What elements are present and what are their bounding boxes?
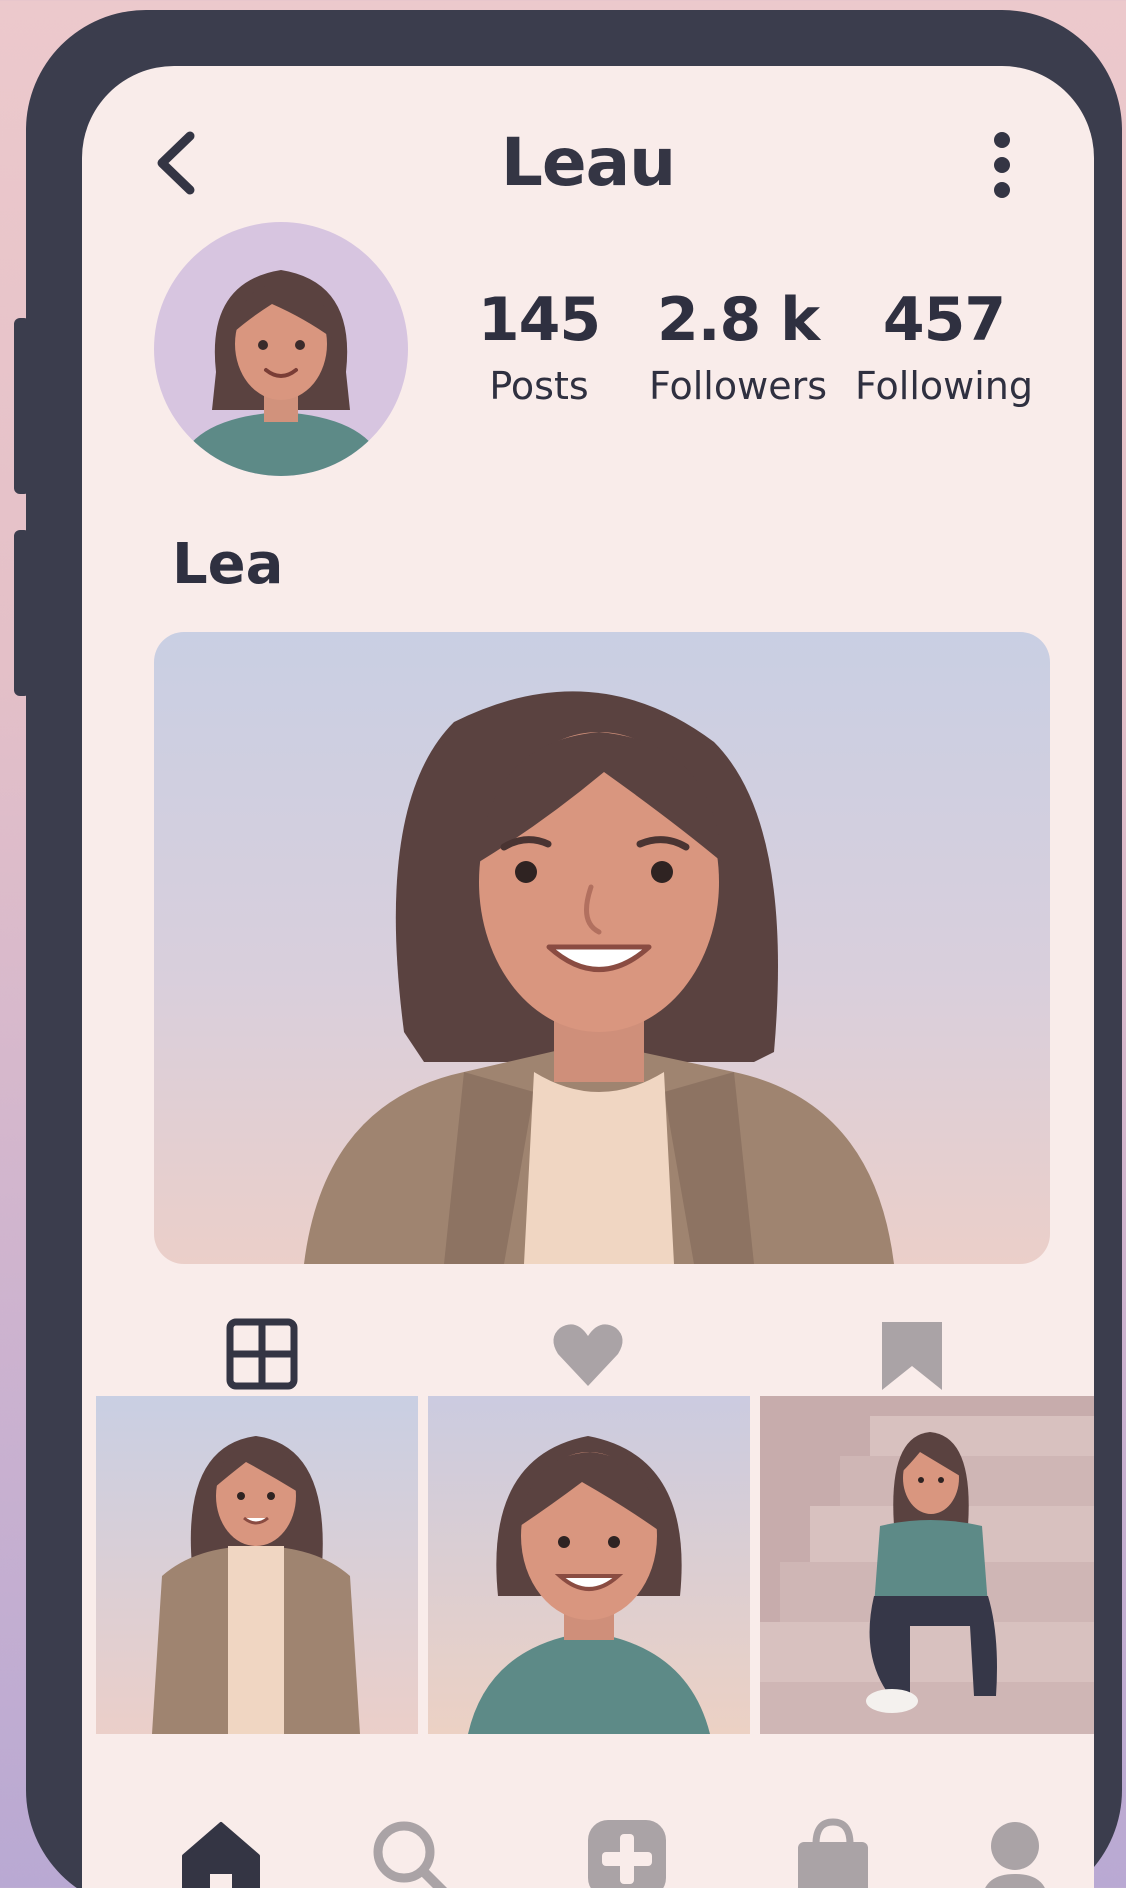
bookmark-icon[interactable] — [872, 1314, 952, 1394]
add-post-icon[interactable] — [582, 1814, 672, 1888]
profile-header: Leau — [82, 66, 1094, 256]
profile-stats: 145 Posts 2.8 k Followers 457 Following — [464, 282, 1064, 432]
stat-posts[interactable]: 145 Posts — [464, 282, 614, 414]
featured-photo-illustration — [304, 691, 894, 1264]
avatar[interactable] — [154, 222, 408, 476]
shop-icon[interactable] — [788, 1814, 878, 1888]
kebab-menu-icon[interactable] — [990, 130, 1014, 200]
grid-icon[interactable] — [222, 1314, 302, 1394]
stat-posts-value: 145 — [477, 285, 601, 355]
search-icon[interactable] — [366, 1814, 456, 1888]
grid-photo-illustration — [152, 1436, 360, 1734]
grid-photo-3[interactable] — [760, 1396, 1094, 1734]
home-icon[interactable] — [176, 1814, 266, 1888]
stat-following-label: Following — [855, 364, 1033, 408]
bottom-navigation — [82, 1734, 1094, 1888]
phone-frame: Leau 145 Posts 2.8 k Followers 457 Follo… — [26, 10, 1122, 1888]
stat-following[interactable]: 457 Following — [844, 282, 1044, 414]
stat-posts-label: Posts — [489, 364, 589, 408]
stat-followers[interactable]: 2.8 k Followers — [638, 282, 838, 414]
avatar-illustration — [176, 270, 386, 476]
grid-photo-2[interactable] — [428, 1396, 750, 1734]
stat-followers-label: Followers — [649, 364, 827, 408]
photo-grid — [82, 1396, 1094, 1734]
stat-following-value: 457 — [882, 285, 1006, 355]
profile-icon[interactable] — [970, 1814, 1060, 1888]
featured-photo[interactable] — [154, 632, 1050, 1264]
page-title: Leau — [500, 124, 676, 201]
profile-tabs — [82, 1296, 1094, 1406]
stat-followers-value: 2.8 k — [656, 285, 820, 355]
profile-screen: Leau 145 Posts 2.8 k Followers 457 Follo… — [82, 66, 1094, 1888]
heart-icon[interactable] — [548, 1314, 628, 1394]
grid-photo-illustration — [468, 1436, 710, 1734]
grid-photo-1[interactable] — [96, 1396, 418, 1734]
grid-photo-illustration — [760, 1396, 1094, 1734]
profile-display-name: Lea — [172, 532, 284, 597]
